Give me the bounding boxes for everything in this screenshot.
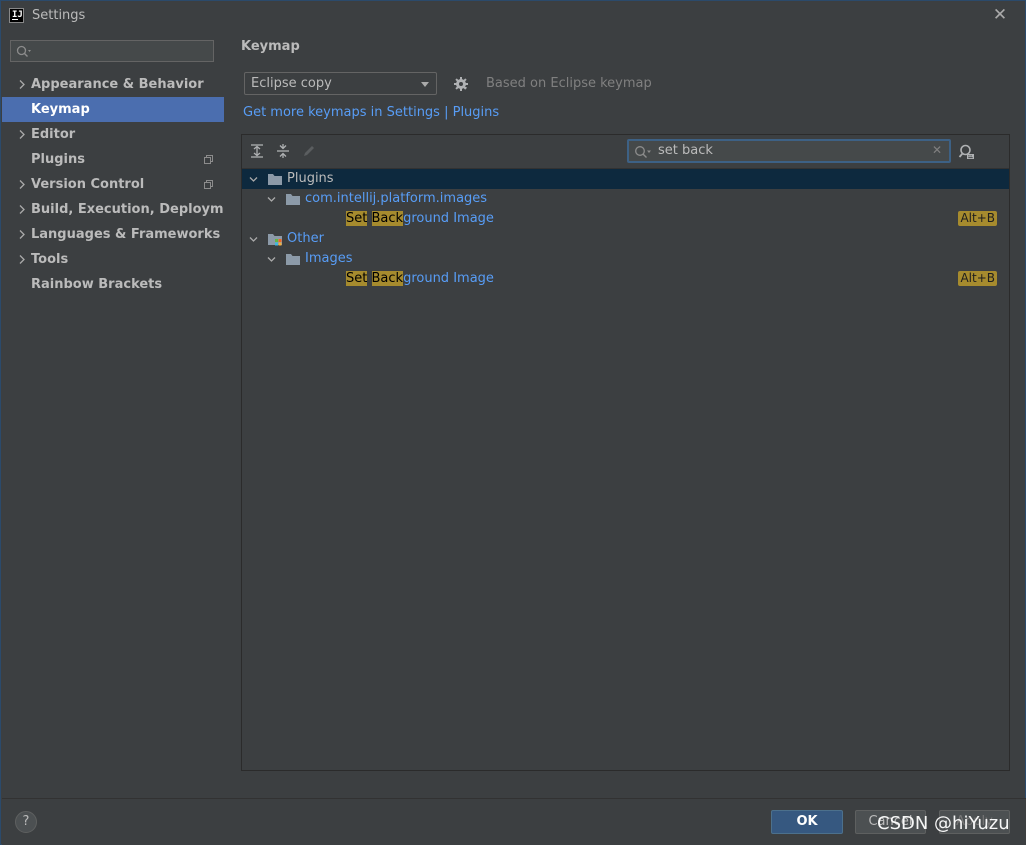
settings-sidebar: Appearance & Behavior Keymap Editor Plugins… [2, 32, 248, 798]
sidebar-item-label: Version Control [31, 177, 145, 192]
collapse-all-icon[interactable] [275, 143, 291, 159]
edit-pencil-icon[interactable] [301, 143, 317, 159]
expand-all-icon[interactable] [249, 143, 265, 159]
action-name-rest: ground Image [403, 211, 494, 226]
chevron-right-icon[interactable] [17, 222, 27, 247]
shortcut-badge: Alt+B [958, 211, 997, 226]
ok-button[interactable]: OK [771, 810, 843, 834]
shortcut-badge: Alt+B [958, 271, 997, 286]
project-level-icon [204, 180, 213, 189]
tree-row-action[interactable]: Set Background Image Alt+B [242, 269, 1009, 289]
gear-icon[interactable] [453, 76, 469, 92]
watermark-text: CSDN @hiYuzu [877, 813, 1010, 834]
sidebar-item-appearance-behavior[interactable]: Appearance & Behavior [2, 72, 224, 97]
sidebar-item-label: Keymap [31, 102, 90, 117]
tree-row-action[interactable]: Set Background Image Alt+B [242, 209, 1009, 229]
chevron-right-icon[interactable] [17, 247, 27, 272]
chevron-right-icon[interactable] [17, 197, 27, 222]
action-name-rest: ground Image [403, 271, 494, 286]
title-bar: IJ Settings ✕ [1, 1, 1025, 32]
sidebar-item-label: Build, Execution, Deployment [31, 202, 248, 217]
tree-row-group[interactable]: Other [242, 229, 1009, 249]
sidebar-item-editor[interactable]: Editor [2, 122, 224, 147]
sidebar-item-build-execution-deployment[interactable]: Build, Execution, Deployment [2, 197, 248, 222]
group-name: Plugins [287, 171, 334, 186]
intellij-app-icon: IJ [9, 8, 24, 23]
sidebar-item-languages-frameworks[interactable]: Languages & Frameworks [2, 222, 224, 247]
action-name: Set Background Image [346, 209, 494, 229]
chevron-down-icon[interactable] [267, 255, 276, 264]
sidebar-item-label: Languages & Frameworks [31, 227, 221, 242]
search-match-highlight: Set [346, 211, 368, 226]
sidebar-item-label: Rainbow Brackets [31, 277, 163, 292]
settings-nav-tree: Appearance & Behavior Keymap Editor Plugins… [2, 72, 248, 297]
sidebar-item-keymap[interactable]: Keymap [2, 97, 224, 122]
keymap-dropdown-value: Eclipse copy [251, 76, 332, 91]
keymap-toolbar: set back ✕ [242, 135, 1009, 169]
group-name: Images [305, 251, 353, 266]
group-name: com.intellij.platform.images [305, 191, 488, 206]
sidebar-item-plugins[interactable]: Plugins [2, 147, 224, 172]
chevron-right-icon[interactable] [17, 122, 27, 147]
search-match-highlight: Set [346, 271, 368, 286]
action-filter-input[interactable]: set back ✕ [627, 139, 951, 163]
keymap-actions-panel: set back ✕ Plugins com.intellij.platform.… [241, 134, 1010, 771]
tree-row-group[interactable]: Plugins [242, 169, 1009, 189]
page-title: Keymap [241, 39, 300, 54]
action-name: Set Background Image [346, 269, 494, 289]
tree-row-group[interactable]: Images [242, 249, 1009, 269]
based-on-label: Based on Eclipse keymap [486, 76, 652, 91]
sidebar-item-label: Tools [31, 252, 69, 267]
folder-icon [286, 254, 300, 265]
chevron-down-icon[interactable] [249, 235, 258, 244]
project-level-icon [204, 155, 213, 164]
folder-icon [286, 194, 300, 205]
find-by-shortcut-icon[interactable] [958, 143, 976, 161]
other-group-icon [268, 234, 282, 246]
chevron-right-icon[interactable] [17, 72, 27, 97]
more-keymaps-link[interactable]: Get more keymaps in Settings | Plugins [243, 105, 499, 120]
close-icon[interactable]: ✕ [991, 6, 1009, 24]
sidebar-item-label: Plugins [31, 152, 85, 167]
sidebar-item-version-control[interactable]: Version Control [2, 172, 224, 197]
keymap-action-tree: Plugins com.intellij.platform.images Set B… [242, 169, 1009, 289]
keymap-dropdown[interactable]: Eclipse copy [244, 72, 437, 95]
chevron-down-icon [421, 82, 429, 87]
sidebar-item-tools[interactable]: Tools [2, 247, 224, 272]
search-match-highlight: Back [371, 271, 404, 286]
dialog-footer: ? OK Cancel Apply CSDN @hiYuzu [2, 798, 1026, 845]
chevron-down-icon[interactable] [249, 175, 258, 184]
clear-icon[interactable]: ✕ [932, 143, 942, 157]
chevron-right-icon[interactable] [17, 172, 27, 197]
sidebar-item-label: Editor [31, 127, 76, 142]
window-title: Settings [32, 8, 86, 23]
chevron-down-icon[interactable] [267, 195, 276, 204]
search-icon [635, 146, 651, 158]
tree-row-group[interactable]: com.intellij.platform.images [242, 189, 1009, 209]
sidebar-item-rainbow-brackets[interactable]: Rainbow Brackets [2, 272, 224, 297]
filter-value: set back [658, 143, 713, 158]
group-name: Other [287, 231, 324, 246]
search-icon [16, 45, 31, 57]
sidebar-item-label: Appearance & Behavior [31, 77, 204, 92]
search-match-highlight: Back [371, 211, 404, 226]
settings-search-input[interactable] [10, 40, 214, 62]
keymap-page: Keymap Eclipse copy Based on Eclipse key… [224, 32, 1025, 798]
folder-icon [268, 174, 282, 185]
help-button[interactable]: ? [15, 811, 37, 833]
settings-window: IJ Settings ✕ Appearance & Behavior Keyma… [0, 0, 1026, 845]
